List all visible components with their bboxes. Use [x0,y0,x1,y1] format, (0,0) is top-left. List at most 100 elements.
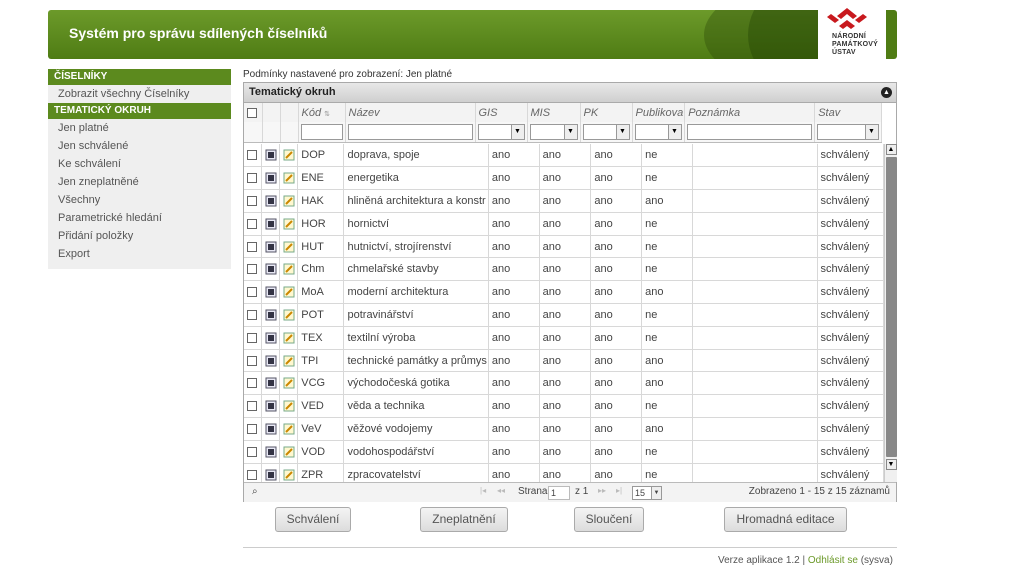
next-page-icon[interactable]: ▸▸ [598,486,606,495]
detail-icon[interactable] [265,263,277,275]
row-checkbox[interactable] [247,378,257,389]
page-size-select[interactable]: 15 ▼ [632,486,662,500]
detail-icon[interactable] [265,241,277,253]
sidebar-item-to-approve[interactable]: Ke schválení [48,155,231,173]
edit-icon[interactable] [283,218,295,230]
row-checkbox[interactable] [247,287,257,298]
detail-icon[interactable] [265,355,277,367]
edit-icon[interactable] [283,263,295,275]
invalidate-button[interactable]: Zneplatnění [420,507,508,532]
table-row[interactable]: TEX textilní výroba ano ano ano ne schválený [244,326,884,350]
row-checkbox[interactable] [247,241,257,252]
sidebar-item-add-item[interactable]: Přidání položky [48,227,231,245]
column-header-kod[interactable]: Kód ⇅ [298,103,346,122]
row-checkbox[interactable] [247,401,257,412]
merge-button[interactable]: Sloučení [574,507,644,532]
table-row[interactable]: HOR hornictví ano ano ano ne schválený [244,212,884,236]
grid-scrollbar[interactable]: ▲ ▼ [884,144,897,482]
detail-icon[interactable] [265,469,277,481]
edit-icon[interactable] [283,377,295,389]
search-icon[interactable]: ⌕ [252,486,258,497]
row-checkbox[interactable] [247,173,257,184]
filter-poznamka-input[interactable] [686,123,812,140]
detail-icon[interactable] [265,332,277,344]
row-checkbox[interactable] [247,424,257,435]
edit-icon[interactable] [283,309,295,321]
column-header-gis[interactable]: GIS [475,103,528,122]
detail-icon[interactable] [265,218,277,230]
collapse-icon[interactable]: ▲ [881,87,892,98]
column-header-poznamka[interactable]: Poznámka [684,103,816,122]
edit-icon[interactable] [283,241,295,253]
scroll-thumb[interactable] [885,157,897,457]
filter-mis-select[interactable]: ▼ [529,123,578,140]
detail-icon[interactable] [265,309,277,321]
edit-icon[interactable] [283,172,295,184]
sidebar-item-invalidated-only[interactable]: Jen zneplatněné [48,173,231,191]
edit-icon[interactable] [283,446,295,458]
scroll-up-icon[interactable]: ▲ [885,144,897,155]
column-header-publikovat[interactable]: Publikova [632,103,686,122]
sidebar-item-parametric-search[interactable]: Parametrické hledání [48,209,231,227]
table-row[interactable]: TPI technické památky a průmys ano ano ano an… [244,349,884,373]
detail-icon[interactable] [265,195,277,207]
sidebar-item-export[interactable]: Export [48,245,231,263]
row-checkbox[interactable] [247,469,257,480]
column-header-stav[interactable]: Stav [814,103,883,122]
page-input[interactable]: 1 [548,486,570,500]
table-row[interactable]: VOD vodohospodářství ano ano ano ne schválený [244,440,884,464]
prev-page-icon[interactable]: ◂◂ [497,486,505,495]
approve-button[interactable]: Schválení [275,507,351,532]
logout-link[interactable]: Odhlásit se [808,555,858,566]
select-all-checkbox[interactable] [247,107,257,118]
table-row[interactable]: VCG východočeská gotika ano ano ano ano schvál… [244,371,884,396]
detail-icon[interactable] [265,149,277,161]
sidebar-item-all[interactable]: Všechny [48,191,231,209]
filter-gis-select[interactable]: ▼ [477,123,525,140]
row-checkbox[interactable] [247,446,257,457]
detail-icon[interactable] [265,446,277,458]
table-row[interactable]: POT potravinářství ano ano ano ne schválený [244,303,884,327]
detail-icon[interactable] [265,423,277,435]
filter-kod-input[interactable] [300,123,343,140]
row-checkbox[interactable] [247,150,257,161]
sidebar-item-all-codelists[interactable]: Zobrazit všechny Číselníky [48,85,231,103]
detail-icon[interactable] [265,172,277,184]
first-page-icon[interactable]: |◂ [480,486,486,495]
select-all-cell[interactable] [244,103,263,122]
table-row[interactable]: DOP doprava, spoje ano ano ano ne schválený [244,144,884,168]
filter-nazev-input[interactable] [347,123,473,140]
edit-icon[interactable] [283,423,295,435]
scroll-down-icon[interactable]: ▼ [885,459,897,470]
detail-icon[interactable] [265,377,277,389]
filter-pk-select[interactable]: ▼ [582,123,630,140]
table-row[interactable]: VED věda a technika ano ano ano ne schválený [244,394,884,419]
column-header-nazev[interactable]: Název [345,103,476,122]
edit-icon[interactable] [283,149,295,161]
table-row[interactable]: ZPR zpracovatelství ano ano ano ne schválený [244,463,884,482]
table-row[interactable]: ENE energetika ano ano ano ne schválený [244,166,884,191]
row-checkbox[interactable] [247,196,257,207]
filter-stav-select[interactable]: ▼ [816,123,879,140]
edit-icon[interactable] [283,400,295,412]
edit-icon[interactable] [283,195,295,207]
row-checkbox[interactable] [247,264,257,275]
table-row[interactable]: HAK hliněná architektura a konstr ano ano an… [244,189,884,213]
edit-icon[interactable] [283,286,295,298]
column-header-mis[interactable]: MIS [527,103,581,122]
sidebar-item-approved-only[interactable]: Jen schválené [48,137,231,155]
table-row[interactable]: MoA moderní architektura ano ano ano ano schvá… [244,280,884,305]
row-checkbox[interactable] [247,355,257,366]
table-row[interactable]: VeV věžové vodojemy ano ano ano ano schválený [244,417,884,441]
table-row[interactable]: Chm chmelařské stavby ano ano ano ne schválený [244,257,884,282]
detail-icon[interactable] [265,286,277,298]
bulk-edit-button[interactable]: Hromadná editace [724,507,847,532]
column-header-pk[interactable]: PK [580,103,633,122]
sidebar-item-valid-only[interactable]: Jen platné [48,119,231,137]
row-checkbox[interactable] [247,332,257,343]
edit-icon[interactable] [283,332,295,344]
detail-icon[interactable] [265,400,277,412]
filter-publikovat-select[interactable]: ▼ [634,123,682,140]
edit-icon[interactable] [283,469,295,481]
table-row[interactable]: HUT hutnictví, strojírenství ano ano ano ne sc… [244,235,884,259]
